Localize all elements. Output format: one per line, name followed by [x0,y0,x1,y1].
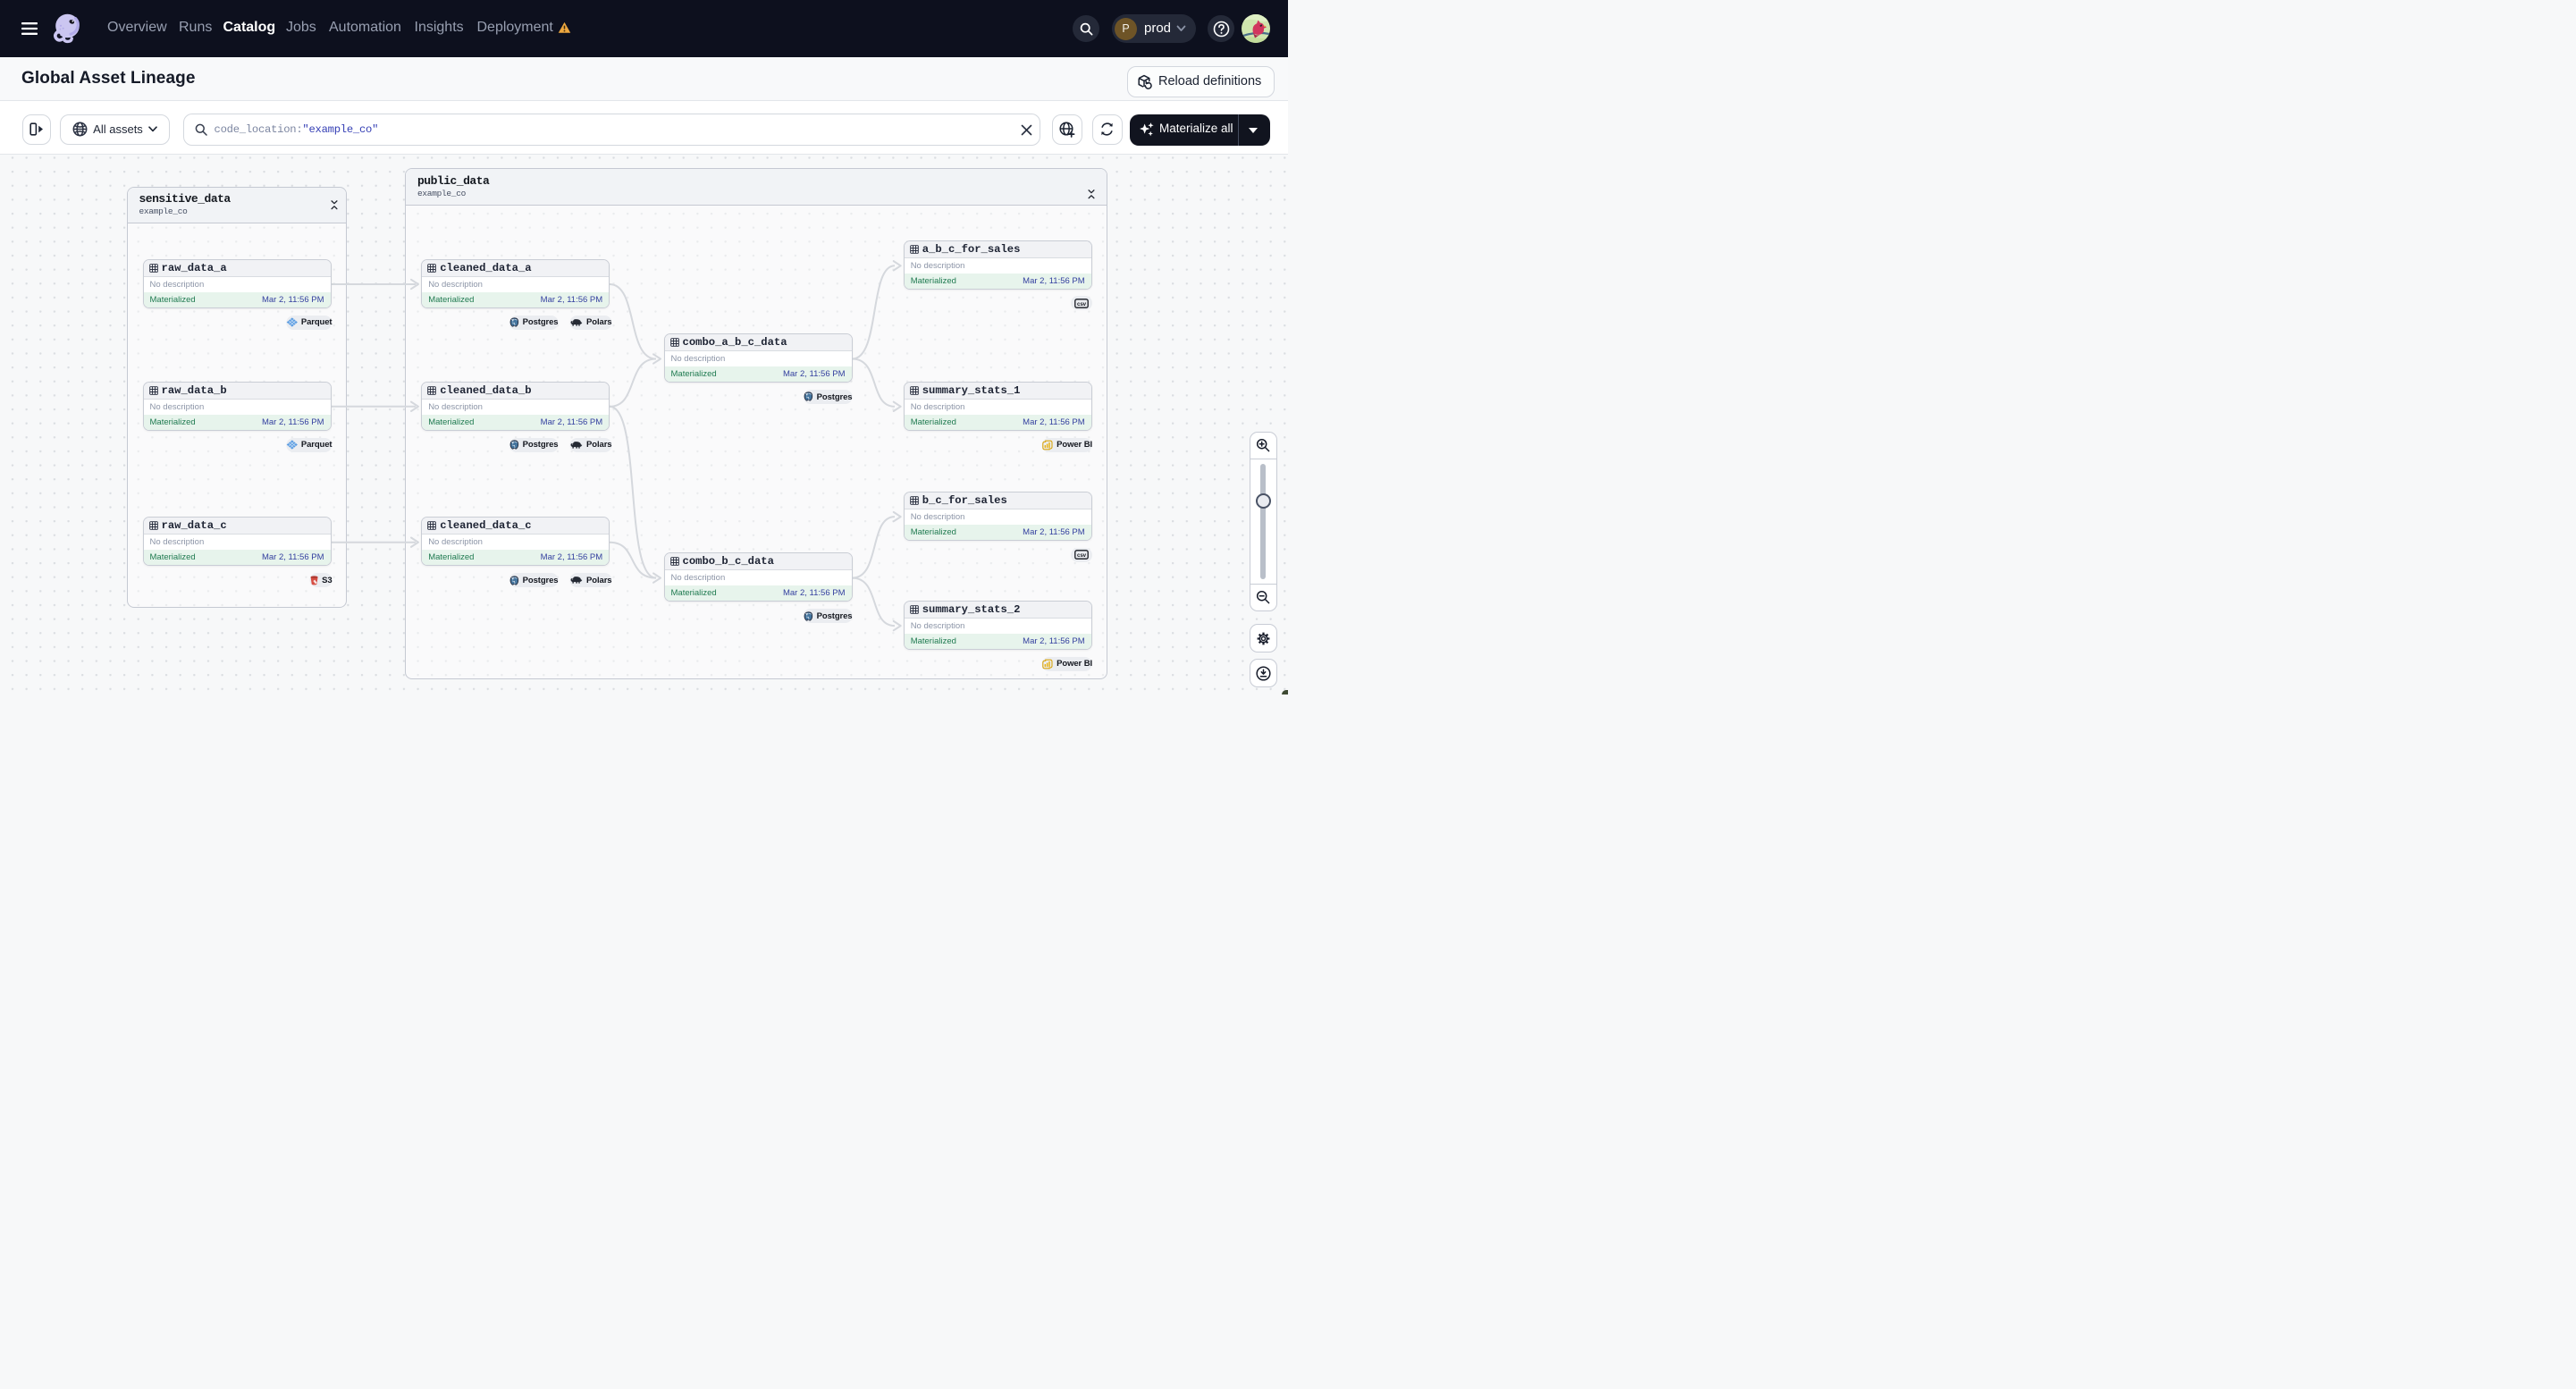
svg-text:csv: csv [1077,301,1087,307]
svg-text:csv: csv [1077,552,1087,559]
